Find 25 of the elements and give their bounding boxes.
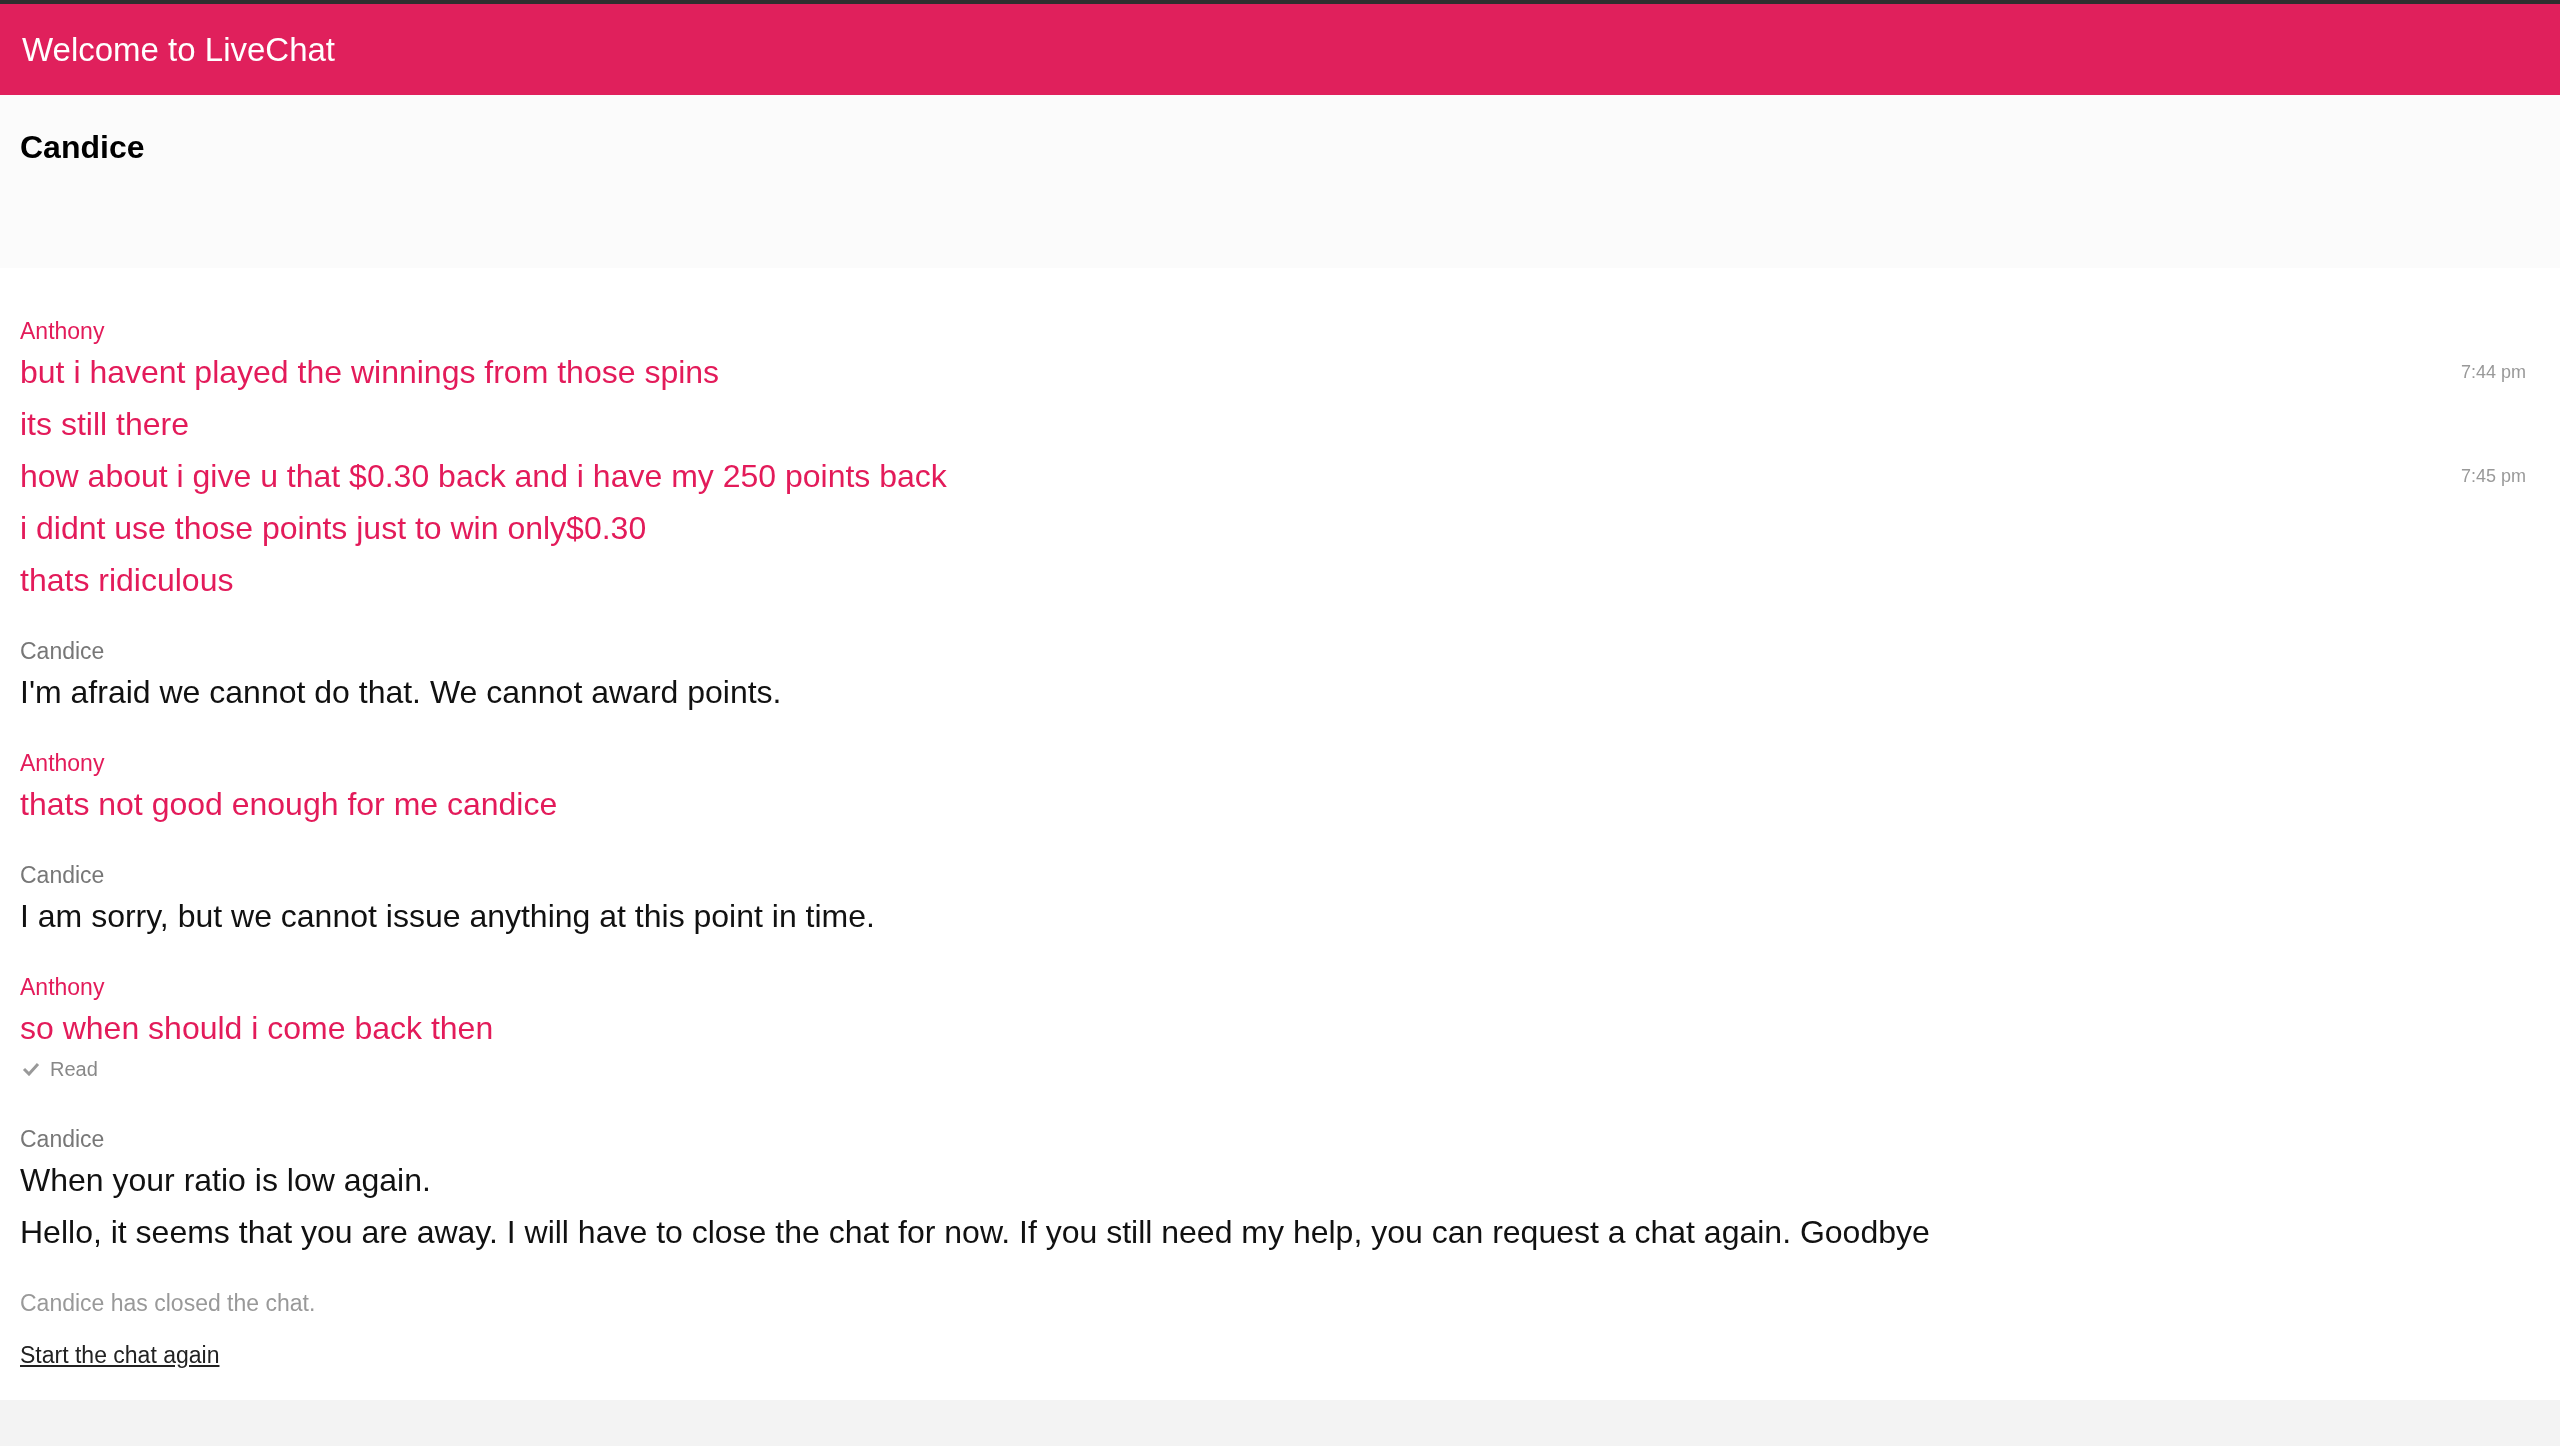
message-text: i didnt use those points just to win only$0.30 — [20, 509, 647, 548]
read-receipt: Read — [50, 1057, 98, 1082]
restart-chat-link[interactable]: Start the chat again — [20, 1340, 220, 1370]
header-title: Welcome to LiveChat — [22, 29, 336, 70]
checkmark-icon — [22, 1062, 40, 1076]
author-name: Candice — [20, 861, 105, 890]
timestamp: 7:44 pm — [2460, 360, 2526, 384]
message-text: thats ridiculous — [20, 561, 234, 600]
message-text: I'm afraid we cannot do that. We cannot award points. — [20, 673, 782, 712]
author-name: Anthony — [20, 317, 105, 346]
message-text: its still there — [20, 405, 189, 444]
timestamp: 7:45 pm — [2460, 464, 2526, 488]
author-name: Anthony — [20, 749, 105, 778]
message-text: how about i give u that $0.30 back and i have my 250 points back — [20, 457, 947, 496]
message-text: so when should i come back then — [20, 1009, 494, 1048]
system-note: Candice has closed the chat. — [20, 1289, 316, 1318]
message-text: thats not good enough for me candice — [20, 785, 558, 824]
message-text: Hello, it seems that you are away. I will have to close the chat for now. If you still need my help, you can request a chat again. Goodbye — [20, 1213, 1930, 1252]
agent-name: Candice — [20, 129, 145, 165]
author-name: Candice — [20, 1125, 105, 1154]
message-text: When your ratio is low again. — [20, 1161, 431, 1200]
author-name: Anthony — [20, 973, 105, 1002]
message-text: I am sorry, but we cannot issue anything at this point in time. — [20, 897, 875, 936]
author-name: Candice — [20, 637, 105, 666]
message-text: but i havent played the winnings from those spins — [20, 353, 720, 392]
